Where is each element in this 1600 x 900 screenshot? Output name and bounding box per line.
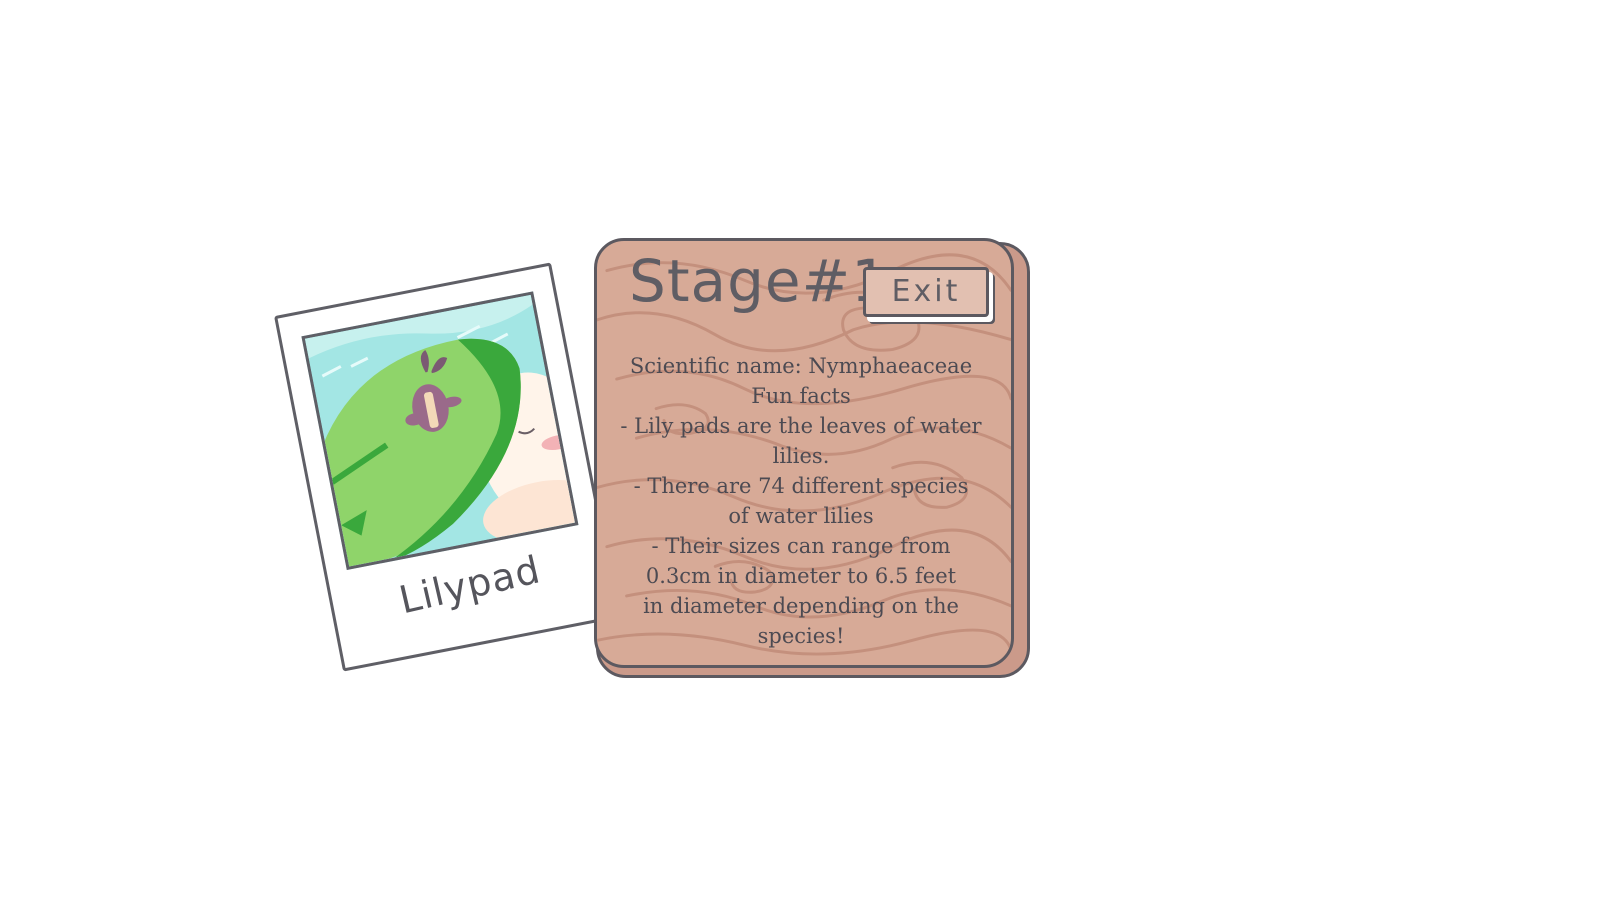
lilypad-illustration — [301, 291, 579, 571]
scientific-name-line: Scientific name: Nymphaeaceae — [629, 354, 973, 378]
exit-button[interactable]: Exit — [863, 267, 989, 317]
game-scene: Lilypad Stage#1 Exit Scientific name: Ny… — [0, 0, 1600, 900]
stage-title: Stage#1 — [629, 247, 890, 315]
facts-text: Scientific name: Nymphaeaceae Fun facts … — [619, 351, 983, 651]
fact-3-line-4: species! — [757, 624, 845, 648]
fact-1-line-2: lilies. — [772, 444, 830, 468]
fun-facts-heading: Fun facts — [751, 384, 851, 408]
fact-3-line-3: in diameter depending on the — [643, 594, 959, 618]
polaroid-card: Lilypad — [274, 262, 620, 672]
fact-3-line-2: 0.3cm in diameter to 6.5 feet — [645, 564, 957, 588]
fact-2-line-1: - There are 74 different species — [633, 474, 969, 498]
lilypad-illustration-art — [304, 294, 575, 567]
exit-button-label: Exit — [891, 274, 961, 309]
fact-2-line-2: of water lilies — [728, 504, 874, 528]
info-board: Stage#1 Exit Scientific name: Nymphaeace… — [594, 238, 1014, 668]
fact-3-line-1: - Their sizes can range from — [651, 534, 951, 558]
fact-1-line-1: - Lily pads are the leaves of water — [620, 414, 982, 438]
